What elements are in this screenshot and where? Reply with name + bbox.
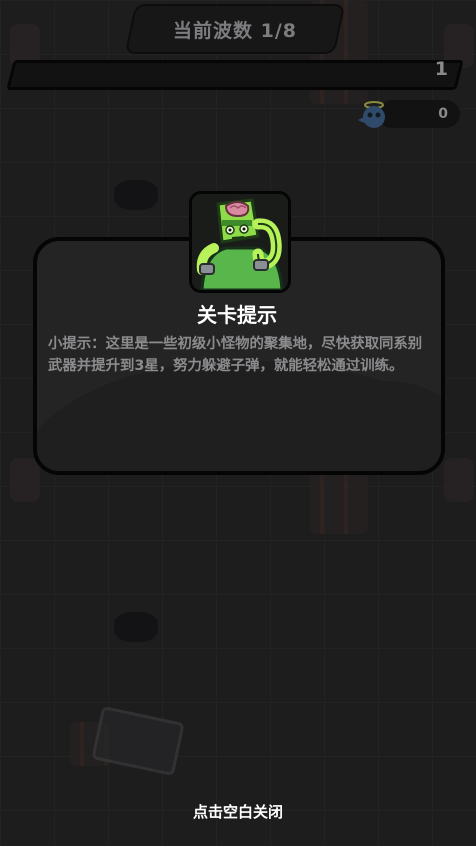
background-rock [114, 612, 158, 642]
green-zombie-monster-icon [192, 194, 288, 290]
background-tile [444, 458, 474, 502]
background-pillar [310, 470, 368, 534]
dialog-title: 关卡提示 [197, 303, 277, 327]
wave-progress-fill [10, 63, 16, 87]
wave-counter: 当前波数 1/8 [173, 19, 297, 42]
background-tile [10, 458, 40, 502]
dialog-tip-text: 小提示：这里是一些初级小怪物的聚集地，尽快获取同系别武器并提升到3星，努力躲避子… [48, 336, 423, 374]
wave-progress-bar [6, 60, 464, 90]
gem-creature-icon [358, 101, 385, 128]
level-number: 1 [434, 58, 448, 80]
background-rock [114, 180, 158, 210]
monster-portrait [189, 191, 291, 293]
tap-to-close-hint[interactable]: 点击空白关闭 [0, 801, 476, 822]
